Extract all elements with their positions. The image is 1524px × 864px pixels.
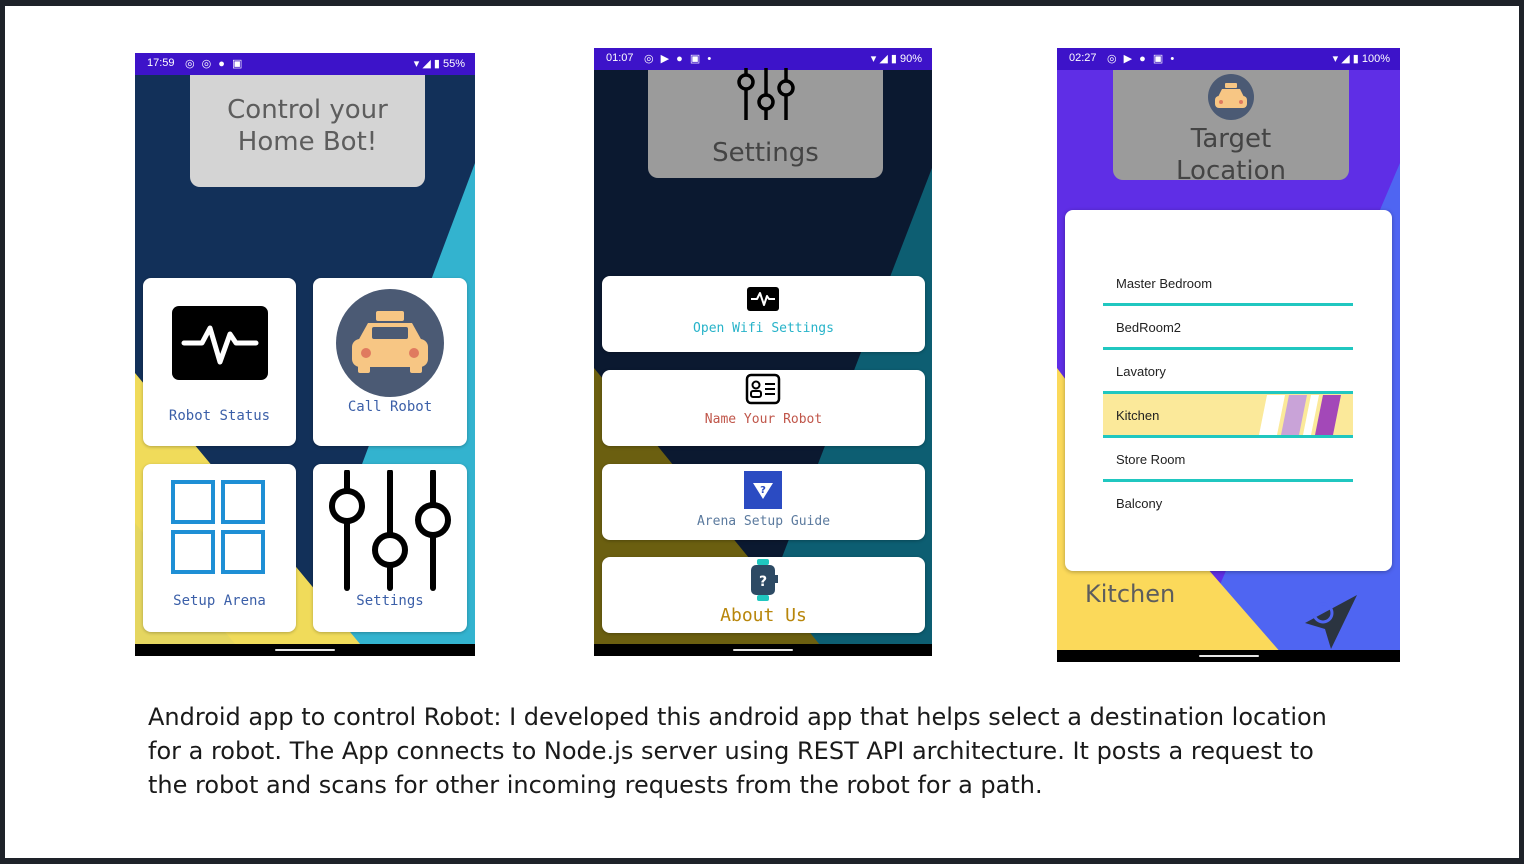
title-card: Control your Home Bot! bbox=[190, 75, 425, 187]
navigation-arrow-icon[interactable] bbox=[1301, 591, 1361, 651]
open-wifi-settings-button[interactable]: Open Wifi Settings bbox=[602, 276, 925, 352]
location-item-bedroom2[interactable]: BedRoom2 bbox=[1103, 306, 1353, 350]
settings-title: Settings bbox=[712, 138, 819, 168]
caption-line-1: Android app to control Robot: I develope… bbox=[148, 703, 1327, 731]
about-us-label: About Us bbox=[720, 605, 807, 626]
taxi-icon bbox=[336, 289, 444, 397]
setup-arena-label: Setup Arena bbox=[173, 593, 266, 609]
location-label: Balcony bbox=[1116, 496, 1163, 511]
notification-icons: ◎ ▶ ● ▣ • bbox=[1107, 53, 1177, 65]
heartbeat-icon bbox=[747, 287, 779, 311]
status-icons: ▾ ◢ ▮ 90% bbox=[870, 53, 922, 65]
help-watch-icon: ? bbox=[751, 559, 778, 601]
current-location-label: Kitchen bbox=[1085, 580, 1176, 608]
home-handle[interactable] bbox=[733, 649, 793, 651]
name-your-robot-button[interactable]: Name Your Robot bbox=[602, 370, 925, 446]
status-time: 01:07 bbox=[606, 52, 634, 64]
status-time: 02:27 bbox=[1069, 52, 1097, 64]
location-item-lavatory[interactable]: Lavatory bbox=[1103, 350, 1353, 394]
location-item-store-room[interactable]: Store Room bbox=[1103, 438, 1353, 482]
shield-question-icon: ? bbox=[744, 471, 782, 509]
title-line-1: Control your bbox=[227, 95, 388, 125]
phone-home-screen: 17:59 ◎ ◎ ● ▣ ▾ ◢ ▮ 55% Control your Hom… bbox=[135, 53, 475, 656]
description-caption: Android app to control Robot: I develope… bbox=[148, 700, 1348, 802]
location-label: BedRoom2 bbox=[1116, 320, 1182, 335]
notification-icons: ◎ ◎ ● ▣ bbox=[185, 58, 245, 70]
heartbeat-icon bbox=[172, 306, 268, 380]
navigation-bar bbox=[135, 644, 475, 656]
status-time: 17:59 bbox=[147, 57, 175, 69]
battery-level: 55% bbox=[442, 58, 465, 70]
call-robot-label: Call Robot bbox=[347, 399, 433, 415]
title-card: Target Location bbox=[1113, 70, 1349, 186]
home-handle[interactable] bbox=[275, 649, 335, 651]
sliders-icon bbox=[737, 68, 795, 120]
sliders-icon bbox=[329, 470, 451, 591]
navigation-bar bbox=[594, 644, 932, 656]
location-item-kitchen-selected[interactable]: Kitchen bbox=[1103, 394, 1353, 438]
phone-target-location-screen: 02:27 ◎ ▶ ● ▣ • ▾ ◢ ▮ 100% Target Locati… bbox=[1057, 48, 1400, 662]
status-icons: ▾ ◢ ▮ 100% bbox=[1332, 53, 1390, 65]
location-label: Master Bedroom bbox=[1116, 276, 1213, 291]
setup-arena-tile[interactable]: Setup Arena bbox=[143, 464, 296, 632]
notification-icons: ◎ ▶ ● ▣ • bbox=[644, 53, 714, 65]
about-us-button[interactable]: ? About Us bbox=[602, 557, 925, 633]
robot-status-label: Robot Status bbox=[168, 408, 271, 424]
home-handle[interactable] bbox=[1198, 655, 1259, 657]
status-icons: ▾ ◢ ▮ 55% bbox=[413, 58, 465, 70]
title-line-2: Home Bot! bbox=[237, 127, 378, 157]
status-bar: 02:27 ◎ ▶ ● ▣ • ▾ ◢ ▮ 100% bbox=[1057, 48, 1400, 70]
arena-setup-guide-button[interactable]: ? Arena Setup Guide bbox=[602, 464, 925, 540]
settings-label: Settings bbox=[356, 593, 424, 609]
settings-tile[interactable]: Settings bbox=[313, 464, 467, 632]
slide: 17:59 ◎ ◎ ● ▣ ▾ ◢ ▮ 55% Control your Hom… bbox=[5, 6, 1519, 858]
caption-line-3: the robot and scans for other incoming r… bbox=[148, 771, 1043, 799]
name-your-robot-label: Name Your Robot bbox=[704, 412, 823, 427]
navigation-bar bbox=[1057, 650, 1400, 662]
location-item-balcony[interactable]: Balcony bbox=[1103, 482, 1353, 526]
arena-setup-guide-label: Arena Setup Guide bbox=[696, 514, 831, 529]
title-card: Settings bbox=[648, 68, 883, 178]
open-wifi-settings-label: Open Wifi Settings bbox=[693, 321, 834, 336]
svg-text:?: ? bbox=[760, 485, 766, 496]
selection-highlight-stripes bbox=[1259, 395, 1341, 435]
location-list-card: Master Bedroom BedRoom2 Lavatory Kitchen bbox=[1065, 210, 1392, 571]
location-label: Kitchen bbox=[1116, 408, 1160, 423]
grid-icon bbox=[171, 480, 265, 574]
phone-settings-screen: 01:07 ◎ ▶ ● ▣ • ▾ ◢ ▮ 90% Settings Open … bbox=[594, 48, 932, 656]
target-title-line-2: Location bbox=[1176, 156, 1286, 186]
caption-line-2: for a robot. The App connects to Node.js… bbox=[148, 737, 1314, 765]
location-item-master-bedroom[interactable]: Master Bedroom bbox=[1103, 262, 1353, 306]
id-card-icon bbox=[745, 373, 781, 405]
location-label: Store Room bbox=[1116, 452, 1186, 467]
status-bar: 17:59 ◎ ◎ ● ▣ ▾ ◢ ▮ 55% bbox=[135, 53, 475, 75]
taxi-icon bbox=[1208, 74, 1254, 120]
call-robot-tile[interactable]: Call Robot bbox=[313, 278, 467, 446]
target-title-line-1: Target bbox=[1190, 124, 1272, 154]
battery-level: 90% bbox=[899, 53, 922, 65]
svg-text:?: ? bbox=[759, 574, 767, 590]
battery-level: 100% bbox=[1361, 53, 1390, 65]
location-label: Lavatory bbox=[1116, 364, 1166, 379]
robot-status-tile[interactable]: Robot Status bbox=[143, 278, 296, 446]
